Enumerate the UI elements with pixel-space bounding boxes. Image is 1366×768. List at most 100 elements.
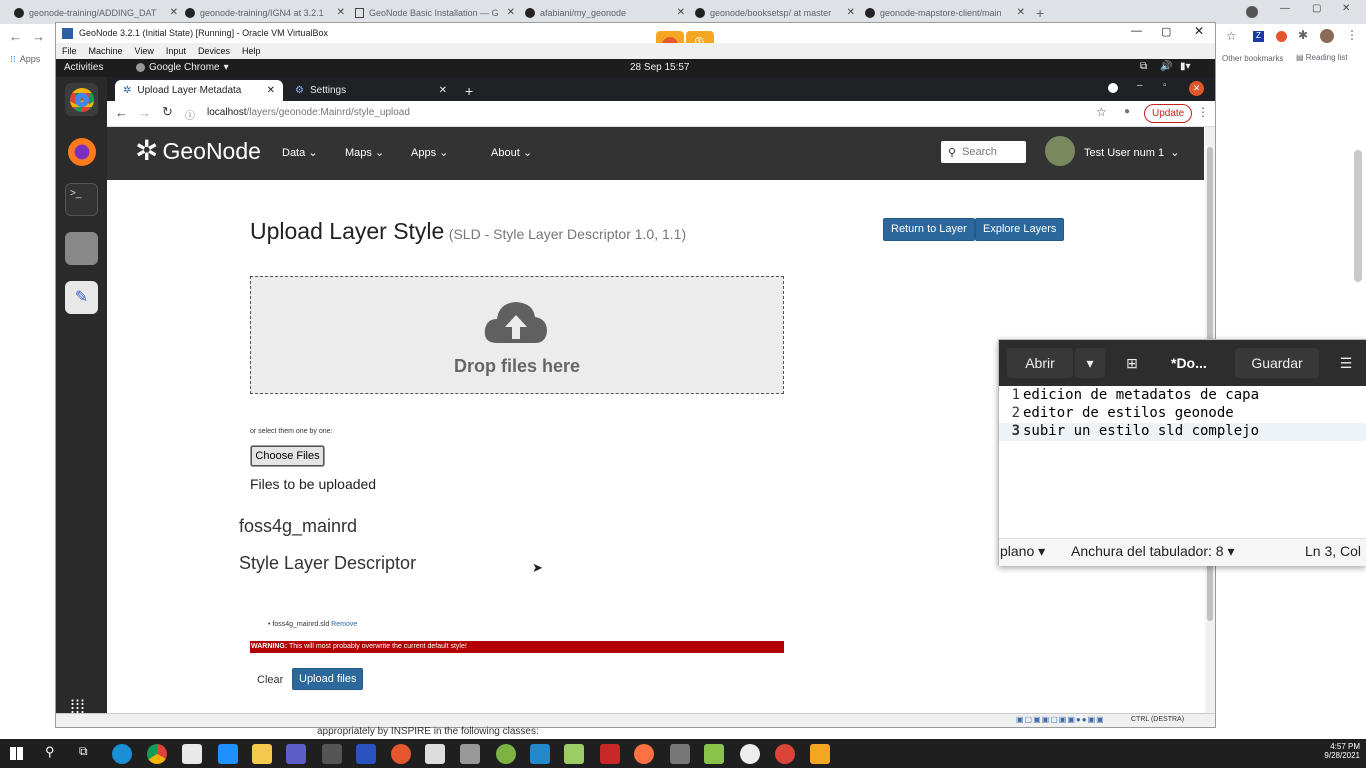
network-icon[interactable]: ⧉ (1140, 61, 1147, 72)
firefox-icon[interactable] (65, 135, 98, 168)
geonode-logo[interactable]: ✲ GeoNode (135, 137, 261, 165)
avatar[interactable] (1045, 136, 1075, 166)
host-tab[interactable]: geonode/booksetsp/ at master ✕ (695, 3, 855, 22)
new-tab-button[interactable]: + (457, 80, 481, 101)
explore-layers-button[interactable]: Explore Layers (975, 218, 1065, 241)
profile-icon[interactable] (1246, 6, 1258, 18)
app-icon[interactable] (634, 744, 654, 764)
powershell-icon[interactable] (356, 744, 376, 764)
hamburger-menu-icon[interactable]: ☰ (1331, 348, 1361, 378)
folder-icon[interactable] (252, 744, 272, 764)
battery-icon[interactable]: ▮▾ (1180, 61, 1191, 72)
files-icon[interactable] (65, 232, 98, 265)
info-icon[interactable]: ⓘ (185, 107, 195, 122)
host-tab[interactable]: GeoNode Basic Installation — G ✕ (355, 3, 515, 22)
back-icon[interactable]: ← (115, 105, 128, 120)
gedit-text-area[interactable]: 1 edicion de metadatos de capa 2 editor de… (999, 386, 1366, 538)
clear-button[interactable]: Clear (257, 672, 283, 688)
windows-start-icon[interactable] (10, 747, 23, 760)
tab-width-selector[interactable]: Anchura del tabulador: 8 ▾ (1071, 543, 1234, 560)
update-button[interactable]: Update (1144, 104, 1193, 123)
reading-list[interactable]: ▤ Reading list (1296, 53, 1348, 62)
close-icon[interactable]: ✕ (439, 85, 447, 96)
terminal-icon[interactable] (322, 744, 342, 764)
search-icon[interactable]: ⚲ (45, 744, 55, 760)
maximize-icon[interactable]: ▢ (1161, 25, 1171, 38)
extension-z-icon[interactable]: Z (1253, 31, 1264, 42)
drop-zone[interactable]: Drop files here (250, 276, 784, 394)
app-menu[interactable]: Google Chrome ▾ (136, 62, 229, 73)
search-input[interactable]: ⚲ Search (941, 141, 1026, 163)
save-button[interactable]: Guardar (1235, 348, 1319, 378)
minimize-icon[interactable]: — (1280, 3, 1290, 14)
language-selector[interactable]: plano ▾ (1000, 543, 1045, 560)
forward-icon[interactable]: → (138, 105, 151, 120)
app-icon[interactable] (810, 744, 830, 764)
host-tab[interactable]: afabiani/my_geonode ✕ (525, 3, 685, 22)
close-icon[interactable]: ✕ (1189, 81, 1204, 96)
virtualbox-icon[interactable] (425, 744, 445, 764)
activities-button[interactable]: Activities (64, 62, 103, 73)
nav-maps[interactable]: Maps ⌄ (345, 146, 411, 159)
new-tab-button[interactable]: + (1036, 3, 1050, 22)
menu-machine[interactable]: Machine (89, 46, 123, 56)
host-tab[interactable]: geonode-training/ADDING_DAT ✕ (14, 3, 178, 22)
open-button[interactable]: Abrir (1007, 348, 1073, 378)
app-icon[interactable] (391, 744, 411, 764)
menu-input[interactable]: Input (166, 46, 186, 56)
forward-icon[interactable]: → (32, 29, 45, 44)
host-scrollbar[interactable] (1354, 150, 1362, 282)
minimize-icon[interactable]: — (1131, 25, 1142, 37)
close-icon[interactable]: ✕ (1017, 7, 1025, 18)
app-icon[interactable] (218, 744, 238, 764)
chrome-icon[interactable] (65, 83, 98, 116)
task-view-icon[interactable]: ⧉ (79, 744, 88, 759)
other-bookmarks[interactable]: Other bookmarks (1222, 54, 1283, 63)
url-field[interactable]: localhost/layers/geonode:Mainrd/style_up… (207, 107, 410, 118)
tab-upload-layer-metadata[interactable]: ✲ Upload Layer Metadata ✕ (115, 80, 283, 101)
minimize-icon[interactable]: – (1137, 80, 1143, 91)
star-icon[interactable]: ☆ (1226, 29, 1237, 43)
chrome-icon[interactable] (147, 744, 167, 764)
open-menu-button[interactable]: ▾ (1075, 348, 1105, 378)
puzzle-icon[interactable]: ✱ (1298, 28, 1308, 42)
choose-files-button[interactable]: Choose Files (251, 446, 324, 466)
vbox-status-icons[interactable]: ▣▢▣▣▢▣▣●●▣▣ (1016, 715, 1105, 724)
close-icon[interactable]: ✕ (267, 85, 275, 96)
kebab-menu-icon[interactable]: ⋮ (1197, 105, 1209, 119)
store-icon[interactable] (182, 744, 202, 764)
close-icon[interactable]: ✕ (337, 7, 345, 18)
bookmark-apps[interactable]: ⁝⁝ Apps (10, 54, 40, 65)
star-icon[interactable]: ☆ (1096, 105, 1107, 119)
text-editor-icon[interactable]: ✎ (65, 281, 98, 314)
close-icon[interactable]: ✕ (677, 7, 685, 18)
menu-view[interactable]: View (135, 46, 154, 56)
close-icon[interactable]: ✕ (1342, 3, 1350, 14)
tab-settings[interactable]: ⚙ Settings ✕ (287, 80, 455, 101)
app-icon[interactable] (460, 744, 480, 764)
new-tab-icon[interactable]: ⊞ (1117, 348, 1147, 378)
reload-icon[interactable]: ↻ (162, 104, 173, 120)
host-tab[interactable]: geonode-training/IGN4 at 3.2.1 ✕ (185, 3, 345, 22)
record-icon[interactable] (1108, 83, 1118, 93)
close-icon[interactable]: ✕ (170, 7, 178, 18)
nav-data[interactable]: Data ⌄ (282, 146, 345, 159)
back-icon[interactable]: ← (9, 29, 22, 44)
upload-files-button[interactable]: Upload files (292, 668, 364, 690)
kebab-menu-icon[interactable]: ⋮ (1346, 28, 1358, 42)
profile-icon[interactable]: ● (1124, 106, 1130, 117)
remove-link[interactable]: Remove (331, 621, 357, 628)
menu-file[interactable]: File (62, 46, 77, 56)
vscode-icon[interactable] (530, 744, 550, 764)
close-icon[interactable]: ✕ (847, 7, 855, 18)
volume-icon[interactable]: 🔊 (1160, 61, 1172, 72)
app-icon[interactable] (740, 744, 760, 764)
host-tab[interactable]: geonode-mapstore-client/main ✕ (865, 3, 1025, 22)
avatar[interactable] (1320, 29, 1334, 43)
clock[interactable]: 28 Sep 15:57 (630, 62, 690, 73)
qgis-icon[interactable] (496, 744, 516, 764)
user-menu[interactable]: Test User num 1 ⌄ (1084, 146, 1179, 159)
system-clock[interactable]: 4:57 PM 9/28/2021 (1316, 742, 1360, 760)
nav-apps[interactable]: Apps ⌄ (411, 146, 491, 159)
teams-icon[interactable] (286, 744, 306, 764)
